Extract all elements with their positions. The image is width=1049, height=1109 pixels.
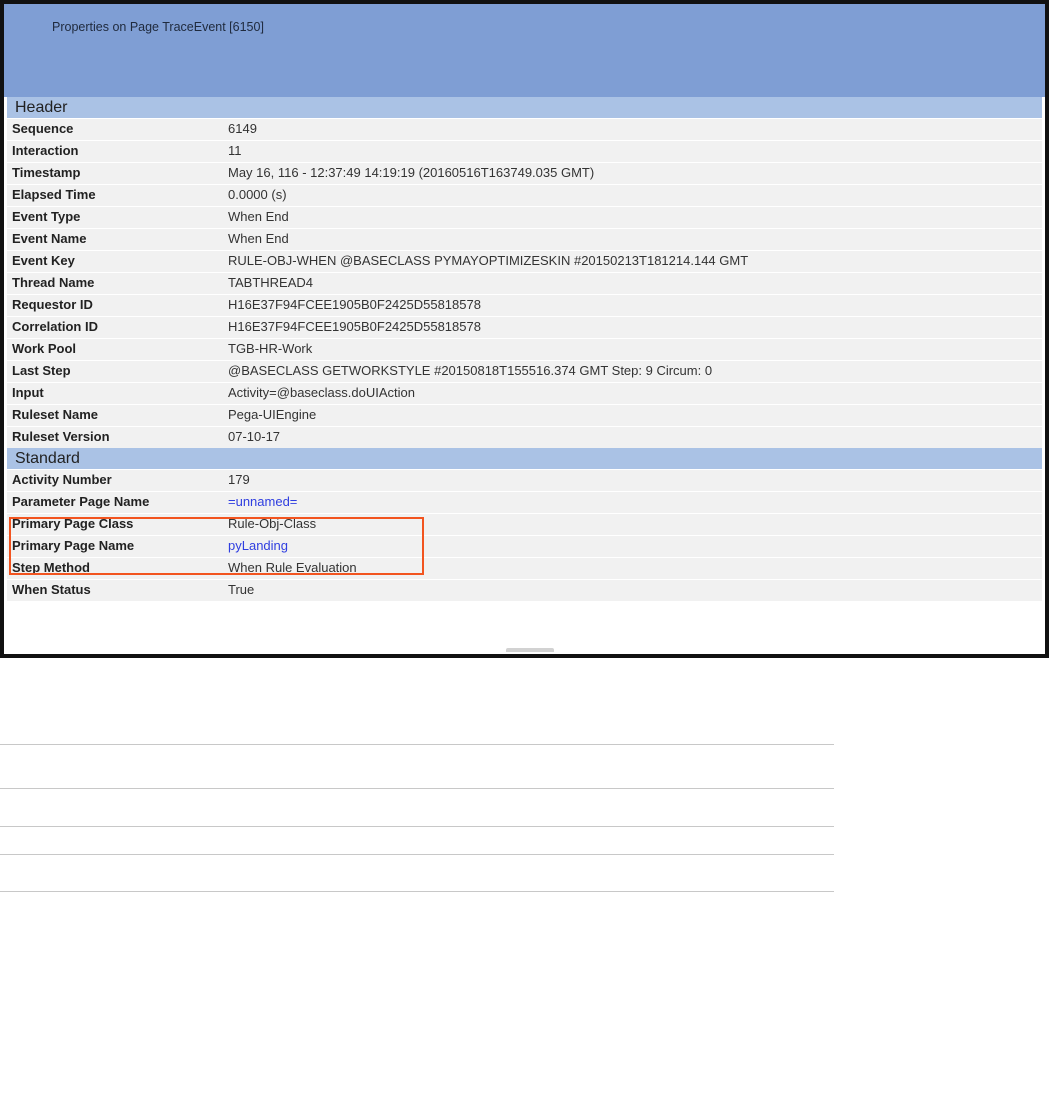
property-label: Timestamp — [12, 165, 81, 180]
property-value: H16E37F94FCEE1905B0F2425D55818578 — [228, 297, 481, 312]
property-value: @BASECLASS GETWORKSTYLE #20150818T155516… — [228, 363, 713, 378]
property-value: When End — [228, 209, 289, 224]
property-row-event-type: Event Type When End — [7, 207, 1042, 228]
properties-window: Properties on Page TraceEvent [6150] Hea… — [0, 0, 1049, 658]
property-label: Requestor ID — [12, 297, 93, 312]
property-row-ruleset-version: Ruleset Version 07-10-17 — [7, 427, 1042, 448]
property-row-correlation-id: Correlation ID H16E37F94FCEE1905B0F2425D… — [7, 317, 1042, 338]
section-heading-standard: Standard — [7, 448, 1042, 469]
property-value: Activity=@baseclass.doUIAction — [228, 385, 415, 400]
divider-line — [0, 744, 834, 745]
property-label: Last Step — [12, 363, 71, 378]
property-label: Interaction — [12, 143, 79, 158]
property-row-input: Input Activity=@baseclass.doUIAction — [7, 383, 1042, 404]
property-value: TGB-HR-Work — [228, 341, 313, 356]
property-value: 11 — [228, 143, 242, 158]
property-label: Work Pool — [12, 341, 77, 356]
property-value: True — [228, 582, 255, 597]
property-row-event-name: Event Name When End — [7, 229, 1042, 250]
property-label: Event Key — [12, 253, 75, 268]
property-label: Sequence — [12, 121, 74, 136]
property-value: RULE-OBJ-WHEN @BASECLASS PYMAYOPTIMIZESK… — [228, 253, 749, 268]
property-value: 0.0000 (s) — [228, 187, 287, 202]
divider-line — [0, 826, 834, 827]
property-label: Event Type — [12, 209, 81, 224]
property-row-parameter-page-name: Parameter Page Name =unnamed= — [7, 492, 1042, 513]
property-row-activity-number: Activity Number 179 — [7, 470, 1042, 491]
property-value: May 16, 116 - 12:37:49 14:19:19 (2016051… — [228, 165, 595, 180]
property-row-ruleset-name: Ruleset Name Pega-UIEngine — [7, 405, 1042, 426]
property-label: Parameter Page Name — [12, 494, 150, 509]
highlight-annotation-box — [9, 517, 424, 575]
property-value: 6149 — [228, 121, 257, 136]
title-bar: Properties on Page TraceEvent [6150] — [4, 4, 1045, 97]
property-label: Elapsed Time — [12, 187, 96, 202]
scroll-handle[interactable] — [506, 648, 554, 652]
section-heading-header: Header — [7, 97, 1042, 118]
property-label: Ruleset Name — [12, 407, 98, 422]
divider-line — [0, 788, 834, 789]
property-row-thread-name: Thread Name TABTHREAD4 — [7, 273, 1042, 294]
property-label: Correlation ID — [12, 319, 98, 334]
property-row-when-status: When Status True — [7, 580, 1042, 601]
property-label: When Status — [12, 582, 91, 597]
property-row-elapsed-time: Elapsed Time 0.0000 (s) — [7, 185, 1042, 206]
property-row-timestamp: Timestamp May 16, 116 - 12:37:49 14:19:1… — [7, 163, 1042, 184]
property-value: H16E37F94FCEE1905B0F2425D55818578 — [228, 319, 481, 334]
header-section: Header Sequence 6149 Interaction 11 Time… — [4, 97, 1045, 448]
property-value: 179 — [228, 472, 250, 487]
property-label: Event Name — [12, 231, 87, 246]
property-label: Activity Number — [12, 472, 112, 487]
property-label: Input — [12, 385, 44, 400]
window-title: Properties on Page TraceEvent [6150] — [52, 20, 264, 34]
property-row-work-pool: Work Pool TGB-HR-Work — [7, 339, 1042, 360]
property-value: When End — [228, 231, 289, 246]
property-row-interaction: Interaction 11 — [7, 141, 1042, 162]
property-value: TABTHREAD4 — [228, 275, 313, 290]
property-value: 07-10-17 — [228, 429, 281, 444]
property-label: Thread Name — [12, 275, 95, 290]
property-row-requestor-id: Requestor ID H16E37F94FCEE1905B0F2425D55… — [7, 295, 1042, 316]
property-row-last-step: Last Step @BASECLASS GETWORKSTYLE #20150… — [7, 361, 1042, 382]
parameter-page-link[interactable]: =unnamed= — [228, 492, 297, 512]
property-row-event-key: Event Key RULE-OBJ-WHEN @BASECLASS PYMAY… — [7, 251, 1042, 272]
property-value: Pega-UIEngine — [228, 407, 317, 422]
divider-line — [0, 854, 834, 855]
property-row-sequence: Sequence 6149 — [7, 119, 1042, 140]
divider-line — [0, 891, 834, 892]
property-label: Ruleset Version — [12, 429, 110, 444]
